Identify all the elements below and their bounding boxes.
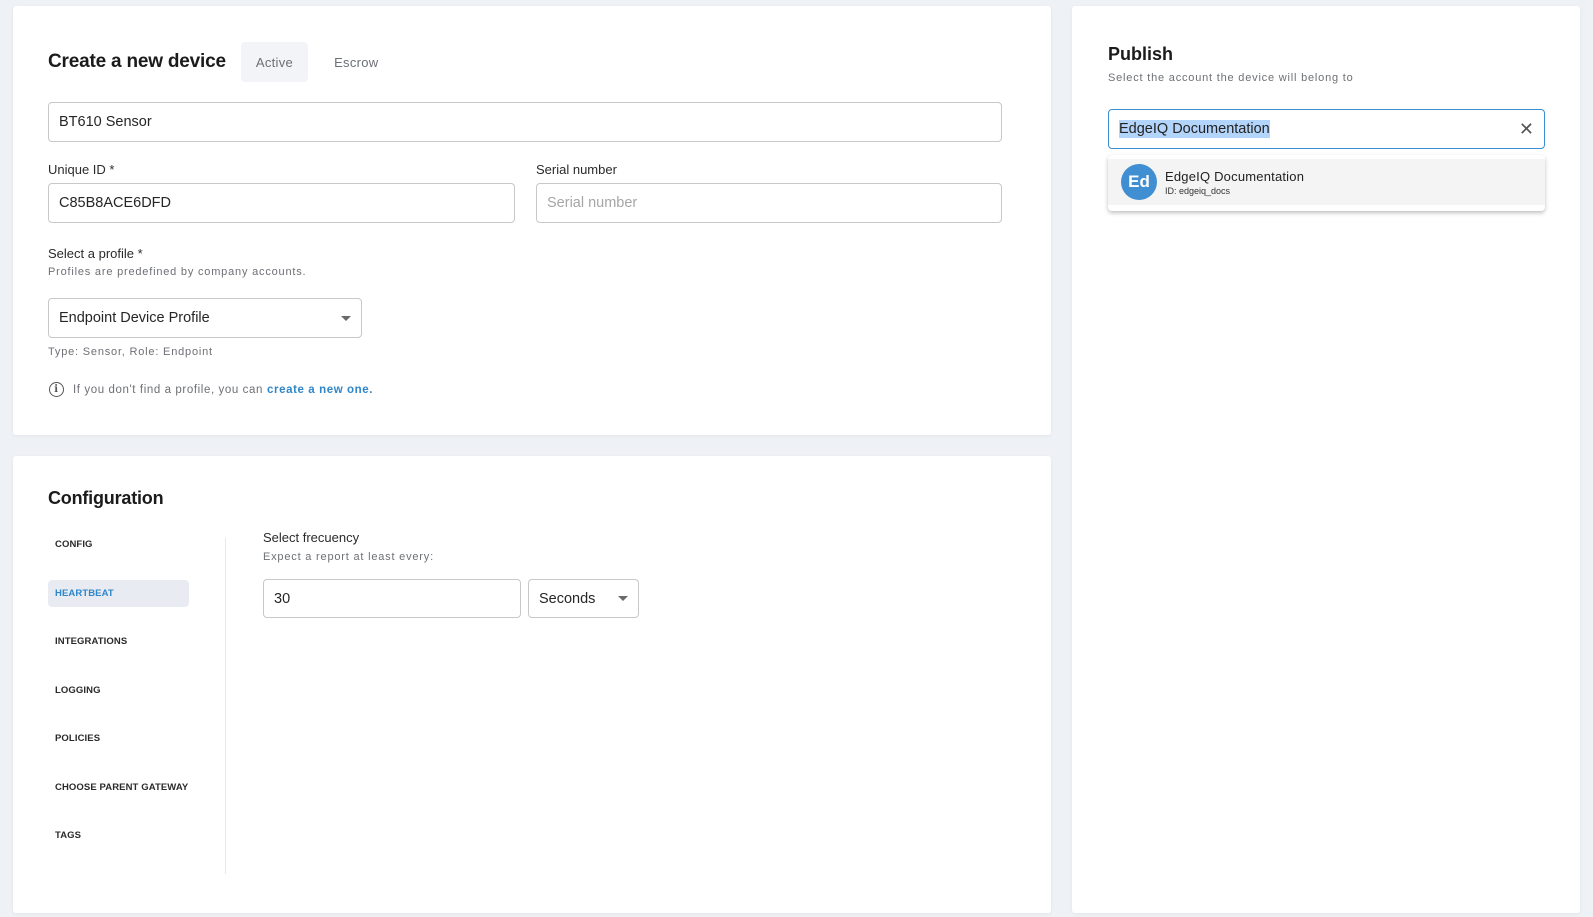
unique-id-input[interactable] [59, 195, 504, 211]
tab-escrow[interactable]: Escrow [319, 42, 393, 82]
profile-select-value: Endpoint Device Profile [59, 310, 210, 326]
nav-item-tags[interactable]: TAGS [48, 822, 189, 849]
nav-divider [225, 538, 226, 874]
nav-item-config[interactable]: CONFIG [48, 531, 189, 558]
serial-number-field[interactable] [536, 183, 1002, 223]
unique-id-label: Unique ID * [48, 162, 115, 177]
serial-number-label: Serial number [536, 162, 617, 177]
chevron-down-icon [341, 315, 351, 321]
chevron-down-icon [618, 596, 628, 601]
account-option-name: EdgeIQ Documentation [1165, 168, 1305, 184]
unique-id-field[interactable] [48, 183, 515, 223]
configuration-title: Configuration [48, 488, 164, 508]
profile-hint: Profiles are predefined by company accou… [48, 266, 307, 278]
nav-item-policies[interactable]: POLICIES [48, 725, 189, 752]
account-input-value: EdgeIQ Documentation [1119, 120, 1270, 138]
profile-details: Type: Sensor, Role: Endpoint [48, 346, 213, 358]
device-name-field[interactable] [48, 102, 1002, 142]
profile-select[interactable]: Endpoint Device Profile [48, 298, 362, 338]
tab-active[interactable]: Active [240, 42, 309, 82]
create-profile-link[interactable]: create a new one. [267, 384, 373, 396]
account-dropdown: Ed EdgeIQ Documentation ID: edgeiq_docs [1108, 155, 1545, 211]
frequency-hint: Expect a report at least every: [263, 551, 434, 563]
account-option-text: EdgeIQ Documentation ID: edgeiq_docs [1165, 169, 1304, 196]
nav-item-integrations[interactable]: INTEGRATIONS [48, 628, 189, 655]
frequency-unit-select[interactable]: Seconds [528, 579, 639, 618]
info-text: If you don't find a profile, you can [73, 383, 264, 396]
publish-title: Publish [1108, 44, 1174, 64]
page-title: Create a new device [48, 51, 226, 72]
avatar: Ed [1121, 164, 1157, 200]
profile-info: i If you don't find a profile, you can c… [49, 382, 373, 397]
frequency-unit-value: Seconds [539, 590, 596, 607]
device-name-input[interactable] [59, 114, 991, 130]
info-icon: i [49, 382, 64, 397]
title-row: Create a new device Active Escrow [48, 42, 393, 82]
nav-item-logging[interactable]: LOGGING [48, 677, 189, 704]
frequency-value-field[interactable] [263, 579, 521, 618]
frequency-label: Select frecuency [263, 530, 360, 545]
serial-number-input[interactable] [547, 195, 991, 211]
create-device-panel: Create a new device Active Escrow Unique… [13, 6, 1051, 435]
frequency-value-input[interactable] [274, 590, 510, 607]
account-search-input[interactable]: EdgeIQ Documentation ✕ [1108, 109, 1545, 149]
publish-panel: Publish Select the account the device wi… [1072, 6, 1580, 913]
publish-hint: Select the account the device will belon… [1108, 72, 1354, 84]
account-option[interactable]: Ed EdgeIQ Documentation ID: edgeiq_docs [1108, 159, 1545, 205]
configuration-nav: CONFIG HEARTBEAT INTEGRATIONS LOGGING PO… [48, 531, 189, 871]
account-option-id: ID: edgeiq_docs [1165, 185, 1231, 196]
close-icon[interactable]: ✕ [1519, 120, 1534, 138]
configuration-panel: Configuration CONFIG HEARTBEAT INTEGRATI… [13, 456, 1051, 913]
profile-label: Select a profile * [48, 246, 143, 261]
nav-item-heartbeat[interactable]: HEARTBEAT [48, 579, 189, 607]
nav-item-choose-parent-gateway[interactable]: CHOOSE PARENT GATEWAY [48, 774, 189, 801]
